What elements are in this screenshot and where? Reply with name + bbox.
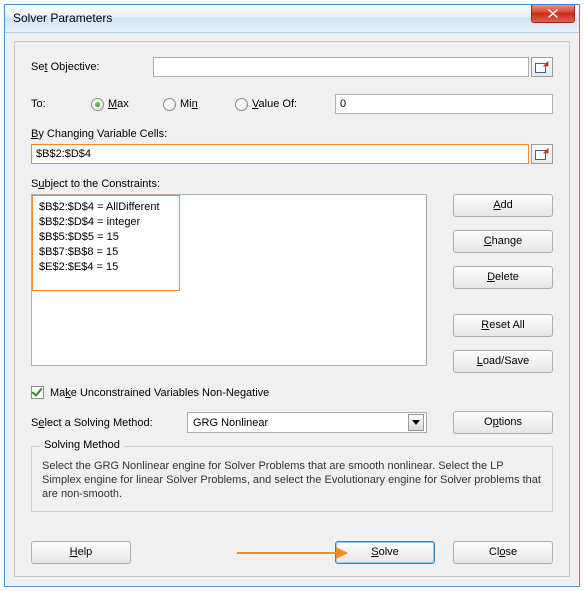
- constraints-listbox[interactable]: $B$2:$D$4 = AllDifferent $B$2:$D$4 = int…: [31, 194, 427, 366]
- changing-cells-range-picker-button[interactable]: [531, 144, 553, 164]
- solving-method-group-label: Solving Method: [40, 439, 124, 451]
- reset-all-button[interactable]: Reset All: [453, 314, 553, 337]
- solve-button[interactable]: Solve: [335, 541, 435, 564]
- annotation-arrow: [237, 552, 347, 554]
- changing-cells-input[interactable]: [31, 144, 529, 164]
- window-title: Solver Parameters: [13, 11, 112, 25]
- constraint-line[interactable]: $B$2:$D$4 = integer: [39, 215, 173, 230]
- load-save-button[interactable]: Load/Save: [453, 350, 553, 373]
- set-objective-input[interactable]: [153, 57, 529, 77]
- solver-parameters-dialog: Solver Parameters Set Objective: To:: [4, 4, 580, 587]
- radio-value-of[interactable]: Value Of:: [235, 98, 327, 111]
- delete-button[interactable]: Delete: [453, 266, 553, 289]
- range-picker-icon: [535, 148, 549, 160]
- constraint-line[interactable]: $B$7:$B$8 = 15: [39, 245, 173, 260]
- help-button[interactable]: Help: [31, 541, 131, 564]
- constraint-line[interactable]: $B$5:$D$5 = 15: [39, 230, 173, 245]
- change-button[interactable]: Change: [453, 230, 553, 253]
- constraint-line[interactable]: $E$2:$E$4 = 15: [39, 260, 173, 275]
- solving-method-group: Solving Method Select the GRG Nonlinear …: [31, 446, 553, 512]
- solving-method-description: Select the GRG Nonlinear engine for Solv…: [42, 459, 542, 501]
- objective-range-picker-button[interactable]: [531, 57, 553, 77]
- constraint-line[interactable]: $B$2:$D$4 = AllDifferent: [39, 200, 173, 215]
- set-objective-label: Set Objective:: [31, 61, 153, 73]
- solving-method-value: GRG Nonlinear: [193, 417, 268, 429]
- checkbox-icon: [31, 386, 44, 399]
- close-icon: [548, 9, 558, 18]
- radio-icon: [235, 98, 248, 111]
- chevron-down-icon: [408, 414, 424, 431]
- nonneg-checkbox[interactable]: Make Unconstrained Variables Non-Negativ…: [31, 386, 553, 399]
- radio-min[interactable]: Min: [163, 98, 235, 111]
- range-picker-icon: [535, 61, 549, 73]
- value-of-input[interactable]: [335, 94, 553, 114]
- close-button[interactable]: Close: [453, 541, 553, 564]
- dialog-body: Set Objective: To: Max Min Value Of:: [14, 41, 570, 577]
- options-button[interactable]: Options: [453, 411, 553, 434]
- solving-method-select[interactable]: GRG Nonlinear: [187, 412, 427, 433]
- radio-icon: [91, 98, 104, 111]
- constraints-label: Subject to the Constraints:: [31, 178, 553, 190]
- add-button[interactable]: Add: [453, 194, 553, 217]
- constraints-highlight: $B$2:$D$4 = AllDifferent $B$2:$D$4 = int…: [32, 195, 180, 291]
- solving-method-label: Select a Solving Method:: [31, 417, 187, 429]
- titlebar[interactable]: Solver Parameters: [5, 5, 579, 33]
- radio-icon: [163, 98, 176, 111]
- to-label: To:: [31, 98, 91, 110]
- radio-max[interactable]: Max: [91, 98, 163, 111]
- changing-cells-label: By Changing Variable Cells:: [31, 128, 553, 140]
- window-close-button[interactable]: [531, 5, 575, 23]
